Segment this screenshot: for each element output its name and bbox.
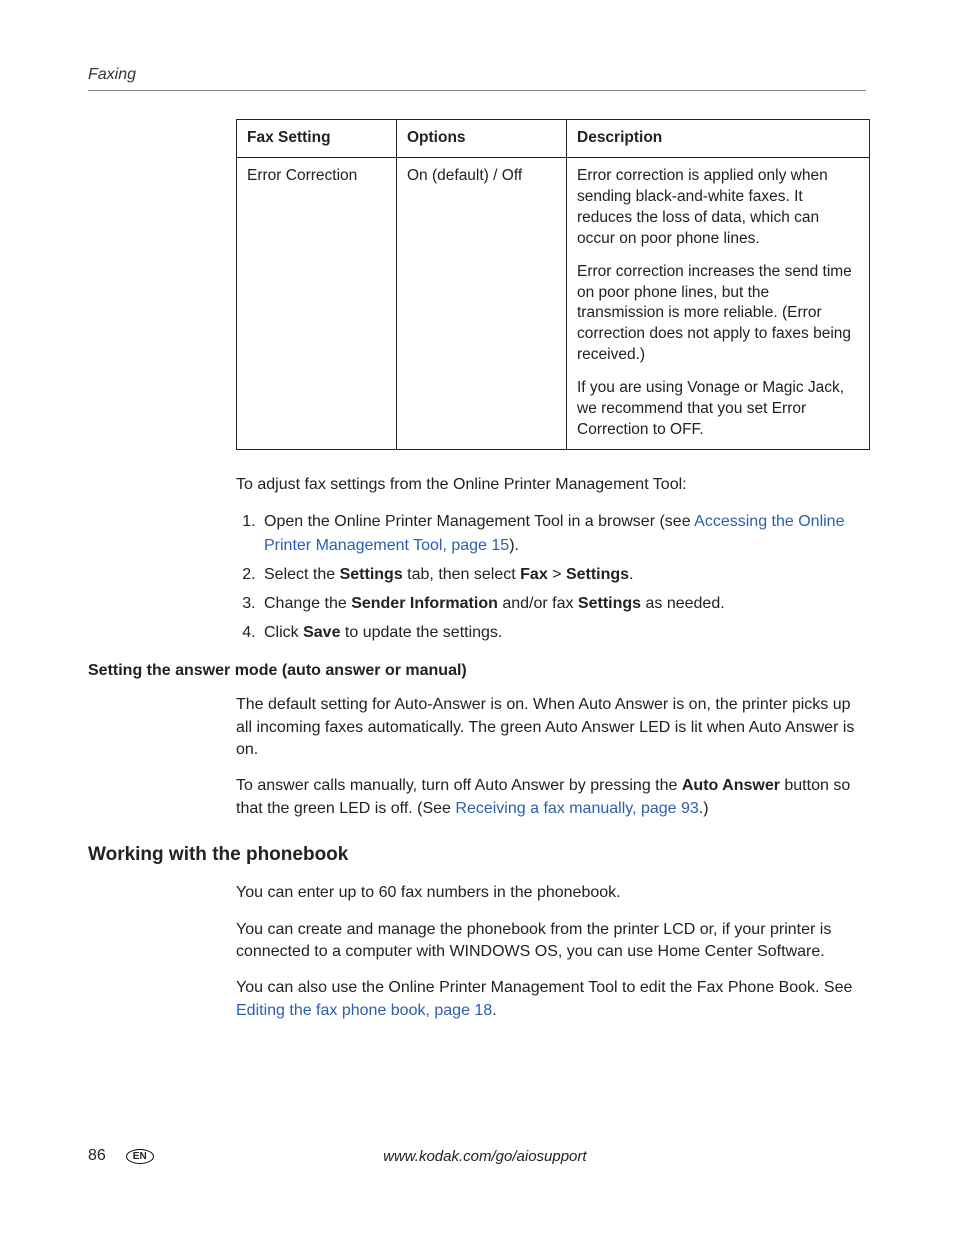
footer-url: www.kodak.com/go/aiosupport: [154, 1148, 816, 1165]
th-options: Options: [397, 120, 567, 158]
step-text: .: [629, 566, 633, 583]
phonebook-content: You can enter up to 60 fax numbers in th…: [236, 882, 866, 1022]
text-run: .: [492, 1002, 496, 1019]
text-run: To answer calls manually, turn off Auto …: [236, 777, 682, 794]
text-run: You can also use the Online Printer Mana…: [236, 979, 852, 996]
step-text: >: [548, 566, 566, 583]
step-text: Change the: [264, 595, 351, 612]
step-text: Click: [264, 624, 303, 641]
step-item: Change the Sender Information and/or fax…: [260, 592, 866, 615]
intro-text: To adjust fax settings from the Online P…: [236, 474, 866, 496]
step-bold: Settings: [578, 595, 641, 612]
steps-list: Open the Online Printer Management Tool …: [236, 510, 866, 644]
step-bold: Sender Information: [351, 595, 498, 612]
page: Faxing Fax Setting Options Description E…: [0, 0, 954, 1235]
heading-answer-mode: Setting the answer mode (auto answer or …: [88, 662, 866, 680]
cell-description: Error correction is applied only when se…: [567, 157, 870, 449]
step-text: Open the Online Printer Management Tool …: [264, 513, 694, 530]
step-item: Select the Settings tab, then select Fax…: [260, 563, 866, 586]
language-badge: EN: [126, 1149, 154, 1164]
step-text: to update the settings.: [340, 624, 502, 641]
link-receiving-fax[interactable]: Receiving a fax manually, page 93: [455, 800, 698, 817]
body-text: You can enter up to 60 fax numbers in th…: [236, 882, 866, 904]
th-setting: Fax Setting: [237, 120, 397, 158]
body-text: The default setting for Auto-Answer is o…: [236, 694, 866, 761]
step-bold: Settings: [566, 566, 629, 583]
step-text: as needed.: [641, 595, 725, 612]
step-item: Click Save to update the settings.: [260, 621, 866, 644]
step-text: and/or fax: [498, 595, 578, 612]
th-description: Description: [567, 120, 870, 158]
table-row: Error Correction On (default) / Off Erro…: [237, 157, 870, 449]
page-footer: 86 EN www.kodak.com/go/aiosupport: [88, 1147, 866, 1165]
desc-para: If you are using Vonage or Magic Jack, w…: [577, 378, 859, 441]
body-text: To answer calls manually, turn off Auto …: [236, 775, 866, 820]
cell-setting: Error Correction: [237, 157, 397, 449]
step-text: Select the: [264, 566, 340, 583]
running-header: Faxing: [88, 66, 866, 91]
page-number: 86: [88, 1147, 106, 1165]
step-bold: Save: [303, 624, 340, 641]
table-header-row: Fax Setting Options Description: [237, 120, 870, 158]
step-text: ).: [509, 537, 519, 554]
body-text: You can create and manage the phonebook …: [236, 919, 866, 964]
desc-para: Error correction is applied only when se…: [577, 166, 859, 250]
step-text: tab, then select: [403, 566, 520, 583]
desc-para: Error correction increases the send time…: [577, 262, 859, 367]
step-bold: Fax: [520, 566, 548, 583]
answer-mode-content: The default setting for Auto-Answer is o…: [236, 694, 866, 820]
main-content: Fax Setting Options Description Error Co…: [236, 119, 866, 644]
heading-phonebook: Working with the phonebook: [88, 844, 866, 866]
text-bold: Auto Answer: [682, 777, 780, 794]
fax-settings-table: Fax Setting Options Description Error Co…: [236, 119, 870, 450]
link-editing-phonebook[interactable]: Editing the fax phone book, page 18: [236, 1002, 492, 1019]
cell-options: On (default) / Off: [397, 157, 567, 449]
text-run: .): [699, 800, 709, 817]
step-bold: Settings: [340, 566, 403, 583]
step-item: Open the Online Printer Management Tool …: [260, 510, 866, 556]
body-text: You can also use the Online Printer Mana…: [236, 977, 866, 1022]
